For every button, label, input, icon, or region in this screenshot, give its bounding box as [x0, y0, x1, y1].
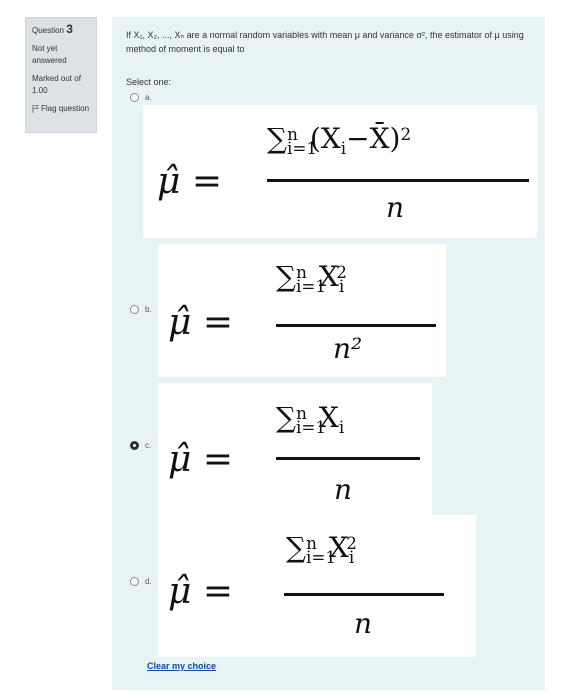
option-c-numerator: ∑i=1n Xi — [276, 401, 345, 437]
option-c-denominator: n — [334, 473, 353, 506]
question-label: Question — [32, 26, 65, 35]
option-a-formula[interactable]: μ̂ = ∑i=1n (Xi−X̄)2 n — [143, 105, 537, 238]
option-c-letter: c. — [145, 441, 152, 450]
option-a-radio[interactable] — [130, 93, 139, 102]
option-b-fraction-bar — [276, 324, 436, 327]
question-number-value: 3 — [66, 22, 73, 36]
question-content: If X₁, X₂, ..., Xₙ are a normal random v… — [112, 17, 545, 690]
flag-question-label: Flag question — [41, 104, 90, 113]
option-b-numerator: ∑i=1n Xi2 — [276, 260, 347, 296]
option-c-formula[interactable]: μ̂ = ∑i=1n Xi n — [158, 383, 432, 523]
option-d-formula[interactable]: μ̂ = ∑i=1n Xi2 n — [158, 515, 476, 657]
question-text: If X₁, X₂, ..., Xₙ are a normal random v… — [126, 30, 524, 54]
option-d-radio[interactable] — [130, 577, 139, 586]
option-b-radio[interactable] — [130, 305, 139, 314]
option-b-lhs: μ̂ = — [168, 302, 234, 343]
question-number: Question 3 — [32, 23, 90, 37]
option-c-lhs: μ̂ = — [168, 439, 234, 480]
option-b-formula[interactable]: μ̂ = ∑i=1n Xi2 n² — [158, 244, 446, 377]
option-b-letter: b. — [145, 305, 152, 314]
clear-choice-link[interactable]: Clear my choice — [147, 661, 216, 671]
option-a-letter: a. — [145, 93, 152, 102]
option-d-fraction-bar — [284, 593, 444, 596]
option-a-fraction-bar — [267, 179, 529, 182]
option-d-lhs: μ̂ = — [168, 571, 234, 612]
option-c-fraction-bar — [276, 457, 420, 460]
option-d-letter: d. — [145, 577, 152, 586]
question-status: Not yet answered — [32, 44, 67, 65]
flag-icon — [32, 105, 39, 113]
option-c-radio[interactable] — [130, 441, 139, 450]
question-marks: Marked out of 1.00 — [32, 74, 81, 95]
option-a-denominator: n — [386, 191, 405, 224]
option-a-lhs: μ̂ = — [157, 161, 223, 202]
option-d-numerator: ∑i=1n Xi2 — [286, 531, 357, 567]
option-d-denominator: n — [354, 607, 373, 640]
option-a-numerator: ∑i=1n (Xi−X̄)2 — [267, 122, 412, 158]
question-info: Question 3 Not yet answered Marked out o… — [25, 17, 97, 133]
select-one-prompt: Select one: — [126, 77, 172, 87]
flag-question-link[interactable]: Flag question — [32, 103, 90, 115]
option-b-denominator: n² — [333, 332, 363, 365]
